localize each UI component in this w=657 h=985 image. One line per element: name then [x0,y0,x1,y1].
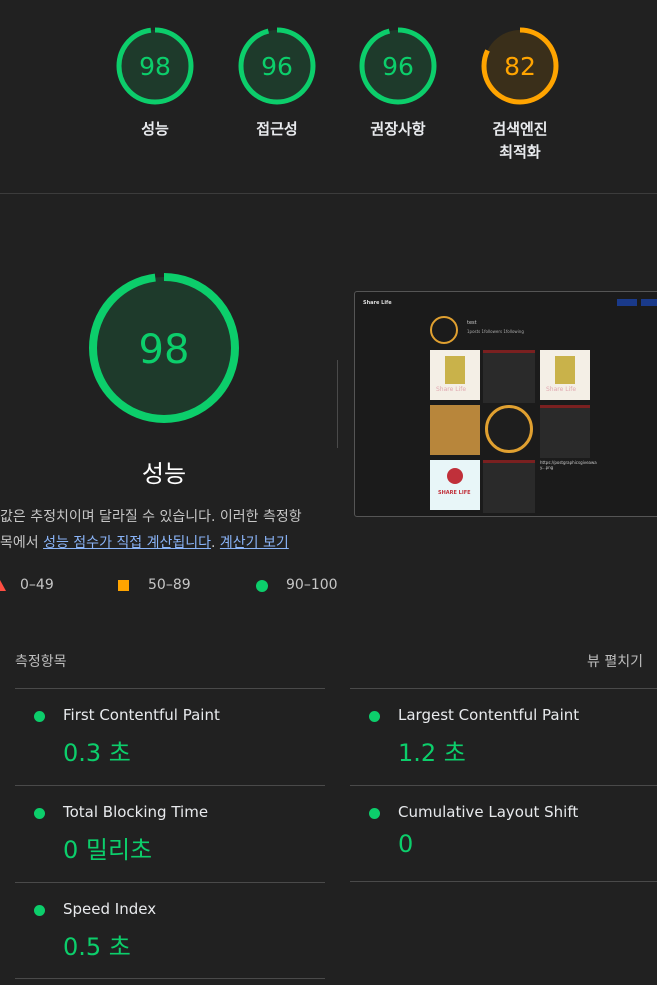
screenshot-profile-name: test [467,320,477,326]
gauge-label: 성능 [141,120,169,138]
gauge-ring: 98 [116,27,194,105]
screenshot-post-image: Share Life [430,350,480,400]
metric-name: Cumulative Layout Shift [398,803,579,821]
screenshot-avatar [430,316,458,344]
metric-value: 0.5 초 [63,933,131,961]
metric-name: Largest Contentful Paint [398,706,580,724]
screenshot-post-image: SHARE LIFE [430,460,480,510]
gauge-label: 검색엔진 최적화 [480,118,560,164]
metric-si: Speed Index 0.5 초 [15,882,325,979]
gauge-performance[interactable]: 98 성능 [115,26,195,141]
section-divider [0,193,657,194]
metric-name: Total Blocking Time [63,803,209,821]
metrics-title: 측정항목 [15,654,67,670]
metric-value: 0 밀리초 [63,836,153,864]
legend-average-range: 50–89 [148,577,191,593]
gauge-label: 권장사항 [370,120,426,138]
gauge-label-line: 검색엔진 [492,120,548,138]
gauge-ring: 96 [359,27,437,105]
metric-divider [350,881,657,883]
score-calculation-link[interactable]: 성능 점수가 직접 계산됩니다 [43,535,211,551]
metric-cls: Cumulative Layout Shift 0 [350,785,657,882]
description-separator: . [211,535,220,551]
screenshot-comment-panel [483,350,535,403]
description-line: 목에서 성능 점수가 직접 계산됩니다. 계산기 보기 [0,532,289,552]
metric-value: 0.3 초 [63,739,131,767]
metric-value: 0 [398,830,414,858]
pass-circle-icon [34,905,45,916]
screenshot-comment-panel [483,460,535,513]
pass-circle-icon [34,808,45,819]
gauge-score: 82 [504,52,536,81]
performance-gauge: 98 [89,273,239,423]
gauge-score: 98 [139,52,171,81]
legend-fail-range: 0–49 [20,577,54,593]
description-line: 값은 추정치이며 달라질 수 있습니다. 이러한 측정항 [0,509,302,525]
pass-circle-icon [369,711,380,722]
legend-pass-range: 90–100 [286,577,338,593]
gauge-seo[interactable]: 82 검색엔진 최적화 [480,26,560,164]
calculator-link[interactable]: 계산기 보기 [220,535,289,551]
screenshot-url: https://postgraphicsgiveaway...png [540,460,597,470]
metric-value: 1.2 초 [398,739,466,767]
screenshot-site-title: Share Life [363,300,392,306]
screenshot-comment-panel [540,405,590,458]
fail-triangle-icon [0,580,6,591]
performance-title: 성능 [141,460,187,488]
metric-fcp: First Contentful Paint 0.3 초 [15,688,325,785]
gauge-ring: 96 [238,27,316,105]
pass-circle-icon [256,580,268,592]
metric-name: Speed Index [63,900,157,918]
gauge-best-practices[interactable]: 96 권장사항 [358,26,438,141]
pass-circle-icon [34,711,45,722]
final-screenshot[interactable]: Share Life test 1posts 1followers 1follo… [354,291,657,517]
metric-lcp: Largest Contentful Paint 1.2 초 [350,688,657,785]
description-text: 목에서 [0,535,44,551]
screenshot-stats: 1posts 1followers 1following [467,329,524,334]
expand-view-button[interactable]: 뷰 펼치기 [587,651,643,671]
metric-tbt: Total Blocking Time 0 밀리초 [15,785,325,882]
gauge-label-line: 최적화 [499,143,541,161]
screenshot-post-image [430,405,480,455]
vertical-separator [337,360,338,448]
metric-divider [15,978,325,979]
screenshot-default-avatar [485,405,533,453]
gauge-score: 96 [382,52,414,81]
pass-circle-icon [369,808,380,819]
screenshot-button [641,299,657,306]
screenshot-post-image: Share Life [540,350,590,400]
gauge-ring: 82 [481,27,559,105]
average-square-icon [118,580,129,591]
gauge-score: 96 [261,52,293,81]
screenshot-button [617,299,637,306]
gauge-label: 접근성 [256,120,298,138]
performance-score: 98 [139,327,190,373]
metric-name: First Contentful Paint [63,706,220,724]
gauge-accessibility[interactable]: 96 접근성 [237,26,317,141]
